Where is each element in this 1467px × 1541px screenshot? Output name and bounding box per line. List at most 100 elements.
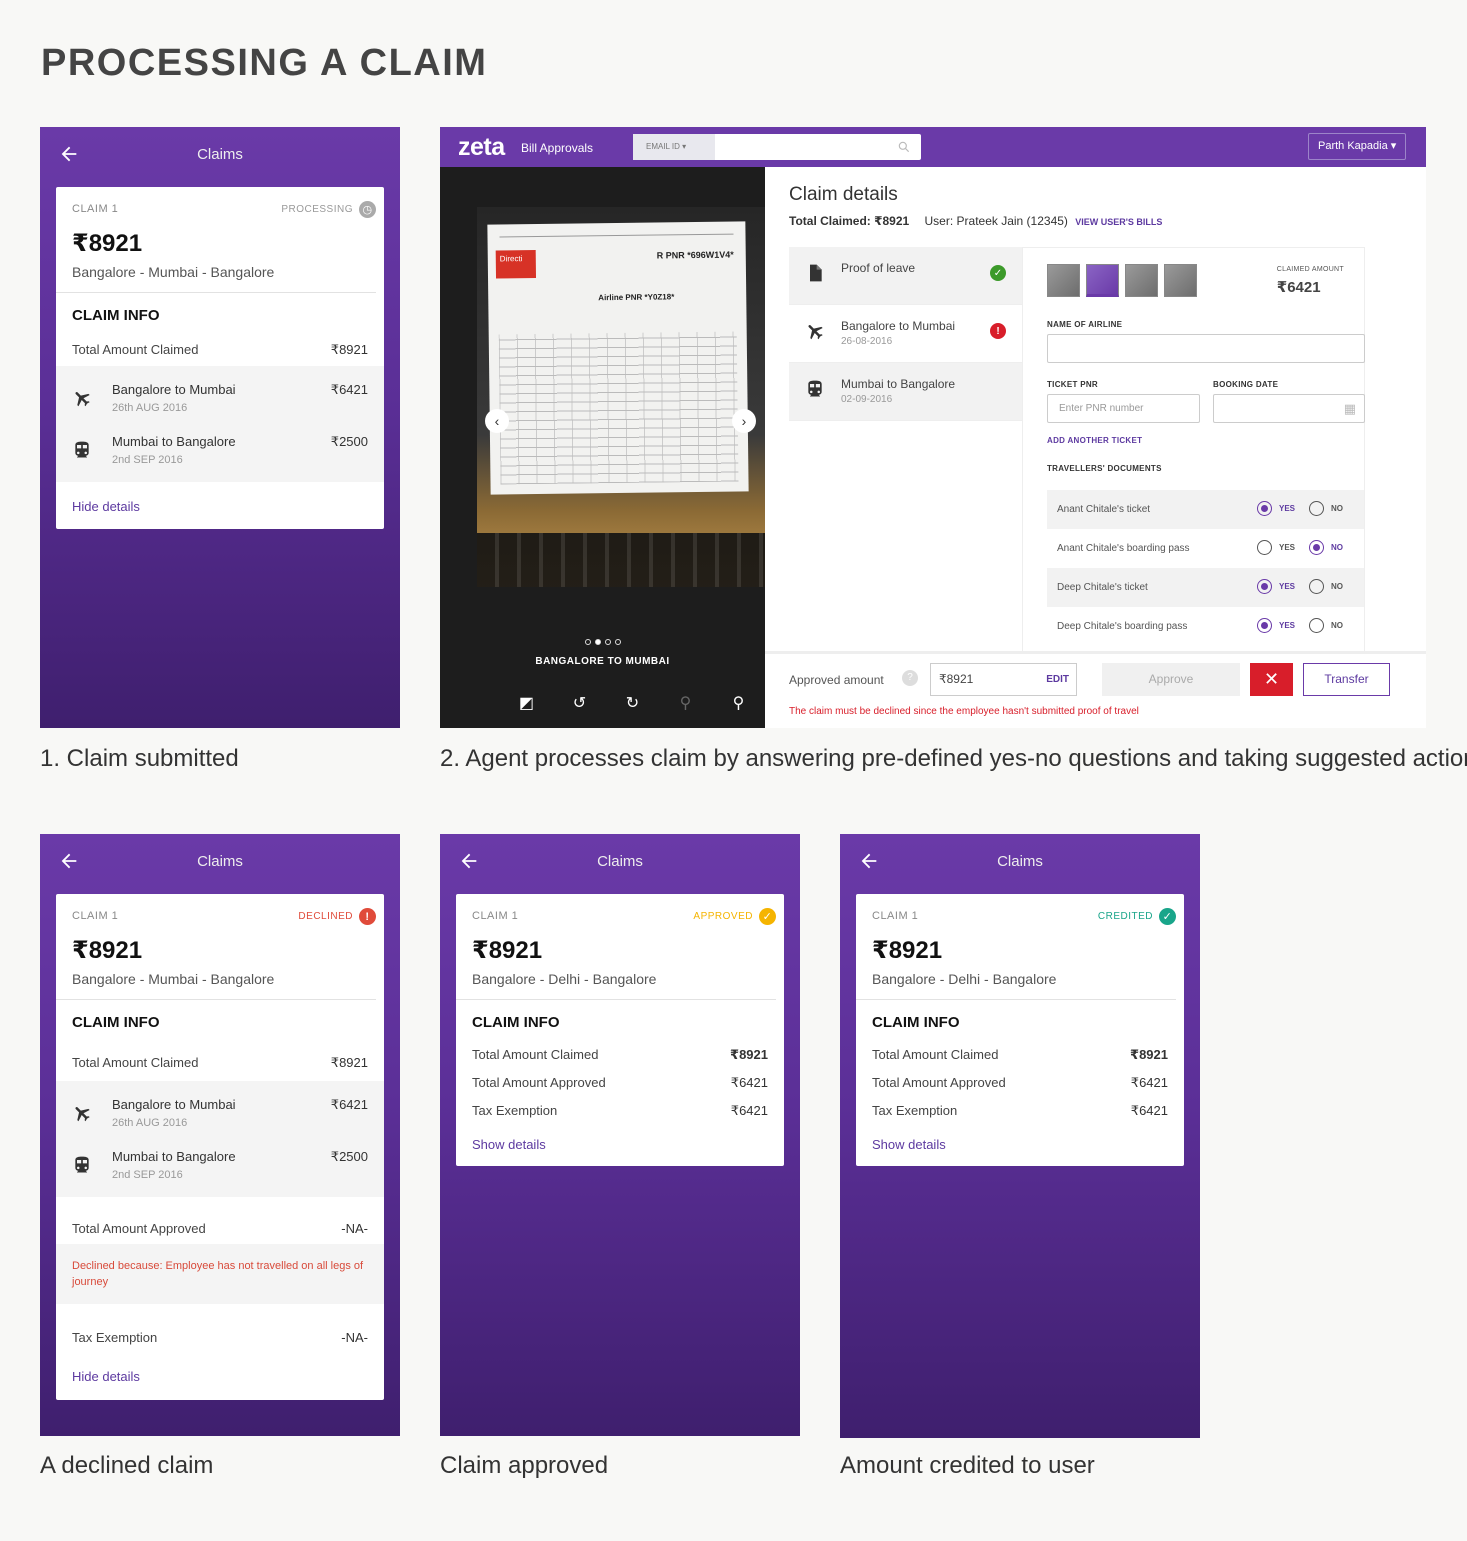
yes-radio[interactable]: YES [1257,501,1295,516]
claim-info-heading: CLAIM INFO [872,1014,960,1031]
tax-exemption-row: Tax Exemption ₹6421 [856,1095,1184,1123]
app-header: Claims [840,834,1200,891]
doc-item-mumbai-bangalore[interactable]: Mumbai to Bangalore 02-09-2016 [789,363,1022,421]
approved-amount-value: ₹8921 [939,672,974,686]
total-claimed-row: Total Amount Claimed ₹8921 [56,1047,384,1081]
chevron-left-icon[interactable]: ‹ [485,409,509,433]
claim-summary: CLAIM 1 PROCESSING ◷ ₹8921 Bangalore - M… [56,187,376,293]
transfer-button[interactable]: Transfer [1303,663,1390,696]
status-text: DECLINED [298,911,353,922]
decline-reason: Declined because: Employee has not trave… [56,1244,384,1304]
calendar-icon[interactable]: ▦ [1344,395,1356,422]
user-menu-button[interactable]: Parth Kapadia ▾ [1308,133,1406,160]
doc-item-proof-of-leave[interactable]: Proof of leave ✓ [789,247,1022,305]
travellers-docs-label: TRAVELLERS' DOCUMENTS [1047,464,1162,473]
status-text: CREDITED [1097,911,1153,922]
thumbnail[interactable] [1125,264,1158,297]
agent-desktop-app: zeta Bill Approvals EMAIL ID ▾ Parth Kap… [440,127,1426,728]
user-name: Parth Kapadia [1318,140,1388,152]
contrast-icon[interactable]: ◩ [500,693,553,713]
no-radio[interactable]: NO [1309,501,1343,516]
leg-date: 26th AUG 2016 [112,1117,188,1129]
pagination-dots[interactable] [440,632,765,650]
no-radio[interactable]: NO [1309,540,1343,555]
chevron-right-icon[interactable]: › [732,409,756,433]
list-item: Bangalore to Mumbai 26th AUG 2016 ₹6421 [56,372,384,424]
image-thumbnails [1047,264,1197,297]
claim-route: Bangalore - Delhi - Bangalore [872,971,1057,987]
receipt-brand: Directi [495,249,537,279]
tax-exemption-row: Tax Exemption -NA- [56,1304,384,1353]
chevron-down-icon: ▾ [682,142,687,151]
no-radio[interactable]: NO [1309,579,1343,594]
leg-amount: ₹6421 [330,382,368,397]
flight-icon [72,1103,96,1127]
decline-button[interactable]: ✕ [1250,663,1293,696]
traveller-doc-name: Anant Chitale's boarding pass [1057,543,1190,554]
total-claimed-row: Total Amount Claimed ₹8921 [56,334,384,366]
help-icon[interactable]: ? [902,670,918,686]
yes-radio[interactable]: YES [1257,579,1295,594]
row-label: Tax Exemption [872,1103,958,1118]
doc-item-bangalore-mumbai[interactable]: Bangalore to Mumbai 26-08-2016 ! [789,305,1022,363]
claim-summary: CLAIM 1 APPROVED ✓ ₹8921 Bangalore - Del… [456,894,776,1000]
row-label: Total Amount Claimed [872,1047,999,1062]
phone-claim-credited: Claims CLAIM 1 CREDITED ✓ ₹8921 Bangalor… [840,834,1200,1438]
viewer-toolbar: ◩ ↺ ↻ ⚲ ⚲ [500,693,765,713]
traveller-doc-row: Deep Chitale's ticket YES NO [1047,568,1364,607]
row-value: ₹8921 [330,1055,368,1070]
approve-button[interactable]: Approve [1102,663,1240,696]
yes-radio[interactable]: YES [1257,618,1295,633]
search-box[interactable]: EMAIL ID ▾ [633,134,921,160]
header-title: Claims [597,853,643,870]
train-icon [805,379,825,399]
rotate-left-icon[interactable]: ↺ [553,693,606,713]
receipt-table [498,331,739,485]
flight-icon [805,321,825,341]
show-details-link[interactable]: Show details [856,1123,1184,1166]
total-approved-row: Total Amount Approved ₹6421 [856,1067,1184,1095]
approved-amount-input[interactable]: ₹8921 EDIT [930,663,1077,696]
claimed-amount: CLAIMED AMOUNT ₹6421 [1277,266,1344,296]
yes-radio[interactable]: YES [1257,540,1295,555]
train-icon [72,440,96,464]
search-type-select[interactable]: EMAIL ID ▾ [633,134,715,160]
claim-amount: ₹8921 [872,937,943,964]
search-icon[interactable] [897,140,911,154]
pnr-input[interactable]: Enter PNR number [1047,394,1200,423]
view-bills-link[interactable]: VIEW USER'S BILLS [1075,217,1162,227]
doc-date: 02-09-2016 [841,394,893,405]
row-label: Total Amount Approved [72,1221,206,1236]
booking-date-input[interactable]: ▦ [1213,394,1365,423]
zoom-out-icon[interactable]: ⚲ [659,693,712,713]
add-another-ticket-link[interactable]: ADD ANOTHER TICKET [1047,436,1142,445]
thumbnail-selected[interactable] [1086,264,1119,297]
details-title: Claim details [789,184,898,205]
thumbnail[interactable] [1164,264,1197,297]
travellers-documents: Anant Chitale's ticket YES NO Anant Chit… [1047,490,1364,646]
airline-input[interactable] [1047,334,1365,363]
chevron-down-icon: ▾ [1390,140,1397,152]
traveller-doc-name: Anant Chitale's ticket [1057,504,1151,515]
row-label: Total Amount Approved [872,1075,1006,1090]
edit-button[interactable]: EDIT [1046,664,1069,695]
leg-name: Bangalore to Mumbai [112,382,236,397]
app-header: Claims [40,834,400,891]
status-badge: CREDITED ✓ [1098,908,1176,925]
ticket-form: CLAIMED AMOUNT ₹6421 NAME OF AIRLINE TIC… [1022,247,1365,651]
show-details-link[interactable]: Show details [456,1123,784,1166]
no-radio[interactable]: NO [1309,618,1343,633]
zoom-in-icon[interactable]: ⚲ [712,693,765,713]
hide-details-link[interactable]: Hide details [56,1353,384,1400]
row-value: -NA- [341,1221,368,1236]
thumbnail[interactable] [1047,264,1080,297]
flight-icon [72,388,96,412]
phone-claim-submitted: Claims CLAIM 1 PROCESSING ◷ ₹8921 Bangal… [40,127,400,728]
app-header: Claims [440,834,800,891]
search-type-label: EMAIL ID [646,142,680,151]
row-value: -NA- [341,1330,368,1345]
total-approved-row: Total Amount Approved ₹6421 [456,1067,784,1095]
claim-route: Bangalore - Delhi - Bangalore [472,971,657,987]
rotate-right-icon[interactable]: ↻ [606,693,659,713]
hide-details-link[interactable]: Hide details [56,482,384,529]
